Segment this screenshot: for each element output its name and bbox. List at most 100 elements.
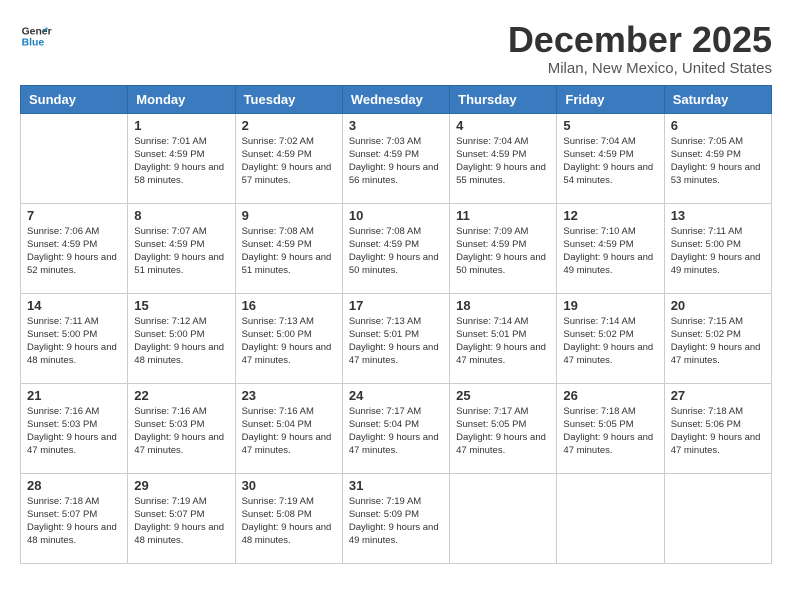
- day-number: 25: [456, 388, 550, 403]
- day-info: Sunrise: 7:09 AMSunset: 4:59 PMDaylight:…: [456, 225, 550, 278]
- day-number: 18: [456, 298, 550, 313]
- calendar-table: SundayMondayTuesdayWednesdayThursdayFrid…: [20, 85, 772, 564]
- day-number: 10: [349, 208, 443, 223]
- day-info: Sunrise: 7:14 AMSunset: 5:02 PMDaylight:…: [563, 315, 657, 368]
- day-number: 11: [456, 208, 550, 223]
- calendar-day-cell: 15 Sunrise: 7:12 AMSunset: 5:00 PMDayligh…: [128, 293, 235, 383]
- calendar-day-cell: 14 Sunrise: 7:11 AMSunset: 5:00 PMDayligh…: [21, 293, 128, 383]
- day-info: Sunrise: 7:07 AMSunset: 4:59 PMDaylight:…: [134, 225, 228, 278]
- day-info: Sunrise: 7:18 AMSunset: 5:07 PMDaylight:…: [27, 495, 121, 548]
- day-number: 31: [349, 478, 443, 493]
- day-info: Sunrise: 7:10 AMSunset: 4:59 PMDaylight:…: [563, 225, 657, 278]
- calendar-day-cell: [21, 113, 128, 203]
- day-number: 17: [349, 298, 443, 313]
- day-number: 26: [563, 388, 657, 403]
- day-info: Sunrise: 7:13 AMSunset: 5:01 PMDaylight:…: [349, 315, 443, 368]
- day-number: 28: [27, 478, 121, 493]
- calendar-day-cell: 5 Sunrise: 7:04 AMSunset: 4:59 PMDaylight…: [557, 113, 664, 203]
- day-number: 5: [563, 118, 657, 133]
- calendar-day-cell: 3Sunrise: 7:03 AMSunset: 4:59 PMDaylight…: [342, 113, 449, 203]
- day-info: Sunrise: 7:04 AMSunset: 4:59 PMDaylight:…: [563, 135, 657, 188]
- svg-text:General: General: [22, 26, 52, 37]
- calendar-day-cell: 11 Sunrise: 7:09 AMSunset: 4:59 PMDayligh…: [450, 203, 557, 293]
- calendar-header-cell: Thursday: [450, 85, 557, 113]
- calendar-day-cell: 24 Sunrise: 7:17 AMSunset: 5:04 PMDayligh…: [342, 383, 449, 473]
- day-info: Sunrise: 7:15 AMSunset: 5:02 PMDaylight:…: [671, 315, 765, 368]
- day-number: 4: [456, 118, 550, 133]
- calendar-day-cell: 16 Sunrise: 7:13 AMSunset: 5:00 PMDayligh…: [235, 293, 342, 383]
- day-info: Sunrise: 7:14 AMSunset: 5:01 PMDaylight:…: [456, 315, 550, 368]
- calendar-day-cell: 8 Sunrise: 7:07 AMSunset: 4:59 PMDaylight…: [128, 203, 235, 293]
- calendar-day-cell: 27 Sunrise: 7:18 AMSunset: 5:06 PMDayligh…: [664, 383, 771, 473]
- calendar-day-cell: 22 Sunrise: 7:16 AMSunset: 5:03 PMDayligh…: [128, 383, 235, 473]
- calendar-day-cell: 12 Sunrise: 7:10 AMSunset: 4:59 PMDayligh…: [557, 203, 664, 293]
- day-info: Sunrise: 7:17 AMSunset: 5:04 PMDaylight:…: [349, 405, 443, 458]
- calendar-title: December 2025: [508, 20, 772, 60]
- day-info: Sunrise: 7:19 AMSunset: 5:07 PMDaylight:…: [134, 495, 228, 548]
- day-number: 16: [242, 298, 336, 313]
- calendar-day-cell: 17 Sunrise: 7:13 AMSunset: 5:01 PMDayligh…: [342, 293, 449, 383]
- day-number: 12: [563, 208, 657, 223]
- day-number: 24: [349, 388, 443, 403]
- logo: General Blue: [20, 20, 52, 52]
- calendar-header-cell: Sunday: [21, 85, 128, 113]
- day-info: Sunrise: 7:16 AMSunset: 5:03 PMDaylight:…: [27, 405, 121, 458]
- day-number: 9: [242, 208, 336, 223]
- day-info: Sunrise: 7:11 AMSunset: 5:00 PMDaylight:…: [27, 315, 121, 368]
- day-number: 7: [27, 208, 121, 223]
- calendar-day-cell: 28 Sunrise: 7:18 AMSunset: 5:07 PMDayligh…: [21, 473, 128, 563]
- calendar-day-cell: [557, 473, 664, 563]
- day-number: 19: [563, 298, 657, 313]
- day-info: Sunrise: 7:08 AMSunset: 4:59 PMDaylight:…: [349, 225, 443, 278]
- day-number: 20: [671, 298, 765, 313]
- day-info: Sunrise: 7:17 AMSunset: 5:05 PMDaylight:…: [456, 405, 550, 458]
- calendar-day-cell: 7Sunrise: 7:06 AMSunset: 4:59 PMDaylight…: [21, 203, 128, 293]
- calendar-header-cell: Friday: [557, 85, 664, 113]
- calendar-day-cell: 4 Sunrise: 7:04 AMSunset: 4:59 PMDaylight…: [450, 113, 557, 203]
- day-info: Sunrise: 7:16 AMSunset: 5:04 PMDaylight:…: [242, 405, 336, 458]
- title-section: December 2025 Milan, New Mexico, United …: [508, 20, 772, 77]
- logo-icon: General Blue: [20, 20, 52, 52]
- day-info: Sunrise: 7:13 AMSunset: 5:00 PMDaylight:…: [242, 315, 336, 368]
- day-info: Sunrise: 7:08 AMSunset: 4:59 PMDaylight:…: [242, 225, 336, 278]
- calendar-day-cell: 31Sunrise: 7:19 AMSunset: 5:09 PMDayligh…: [342, 473, 449, 563]
- calendar-header-cell: Tuesday: [235, 85, 342, 113]
- calendar-day-cell: 6Sunrise: 7:05 AMSunset: 4:59 PMDaylight…: [664, 113, 771, 203]
- day-info: Sunrise: 7:18 AMSunset: 5:05 PMDaylight:…: [563, 405, 657, 458]
- day-info: Sunrise: 7:04 AMSunset: 4:59 PMDaylight:…: [456, 135, 550, 188]
- day-number: 22: [134, 388, 228, 403]
- day-number: 8: [134, 208, 228, 223]
- calendar-day-cell: 26 Sunrise: 7:18 AMSunset: 5:05 PMDayligh…: [557, 383, 664, 473]
- day-info: Sunrise: 7:19 AMSunset: 5:08 PMDaylight:…: [242, 495, 336, 548]
- day-number: 1: [134, 118, 228, 133]
- calendar-header-cell: Wednesday: [342, 85, 449, 113]
- calendar-subtitle: Milan, New Mexico, United States: [508, 60, 772, 77]
- day-number: 14: [27, 298, 121, 313]
- calendar-day-cell: 18 Sunrise: 7:14 AMSunset: 5:01 PMDayligh…: [450, 293, 557, 383]
- calendar-day-cell: 23 Sunrise: 7:16 AMSunset: 5:04 PMDayligh…: [235, 383, 342, 473]
- day-number: 27: [671, 388, 765, 403]
- calendar-day-cell: 9 Sunrise: 7:08 AMSunset: 4:59 PMDaylight…: [235, 203, 342, 293]
- day-info: Sunrise: 7:01 AMSunset: 4:59 PMDaylight:…: [134, 135, 228, 188]
- svg-text:Blue: Blue: [22, 38, 45, 49]
- day-info: Sunrise: 7:18 AMSunset: 5:06 PMDaylight:…: [671, 405, 765, 458]
- calendar-header-row: SundayMondayTuesdayWednesdayThursdayFrid…: [21, 85, 772, 113]
- day-info: Sunrise: 7:12 AMSunset: 5:00 PMDaylight:…: [134, 315, 228, 368]
- calendar-header-cell: Monday: [128, 85, 235, 113]
- calendar-body: 1 Sunrise: 7:01 AMSunset: 4:59 PMDaylight…: [21, 113, 772, 563]
- calendar-day-cell: 25 Sunrise: 7:17 AMSunset: 5:05 PMDayligh…: [450, 383, 557, 473]
- calendar-day-cell: 1 Sunrise: 7:01 AMSunset: 4:59 PMDaylight…: [128, 113, 235, 203]
- day-number: 15: [134, 298, 228, 313]
- day-number: 3: [349, 118, 443, 133]
- day-number: 13: [671, 208, 765, 223]
- day-info: Sunrise: 7:11 AMSunset: 5:00 PMDaylight:…: [671, 225, 765, 278]
- calendar-week-row: 28 Sunrise: 7:18 AMSunset: 5:07 PMDayligh…: [21, 473, 772, 563]
- calendar-week-row: 1 Sunrise: 7:01 AMSunset: 4:59 PMDaylight…: [21, 113, 772, 203]
- day-info: Sunrise: 7:16 AMSunset: 5:03 PMDaylight:…: [134, 405, 228, 458]
- day-number: 21: [27, 388, 121, 403]
- calendar-day-cell: 10 Sunrise: 7:08 AMSunset: 4:59 PMDayligh…: [342, 203, 449, 293]
- calendar-day-cell: 13 Sunrise: 7:11 AMSunset: 5:00 PMDayligh…: [664, 203, 771, 293]
- day-number: 30: [242, 478, 336, 493]
- calendar-day-cell: 21 Sunrise: 7:16 AMSunset: 5:03 PMDayligh…: [21, 383, 128, 473]
- day-number: 23: [242, 388, 336, 403]
